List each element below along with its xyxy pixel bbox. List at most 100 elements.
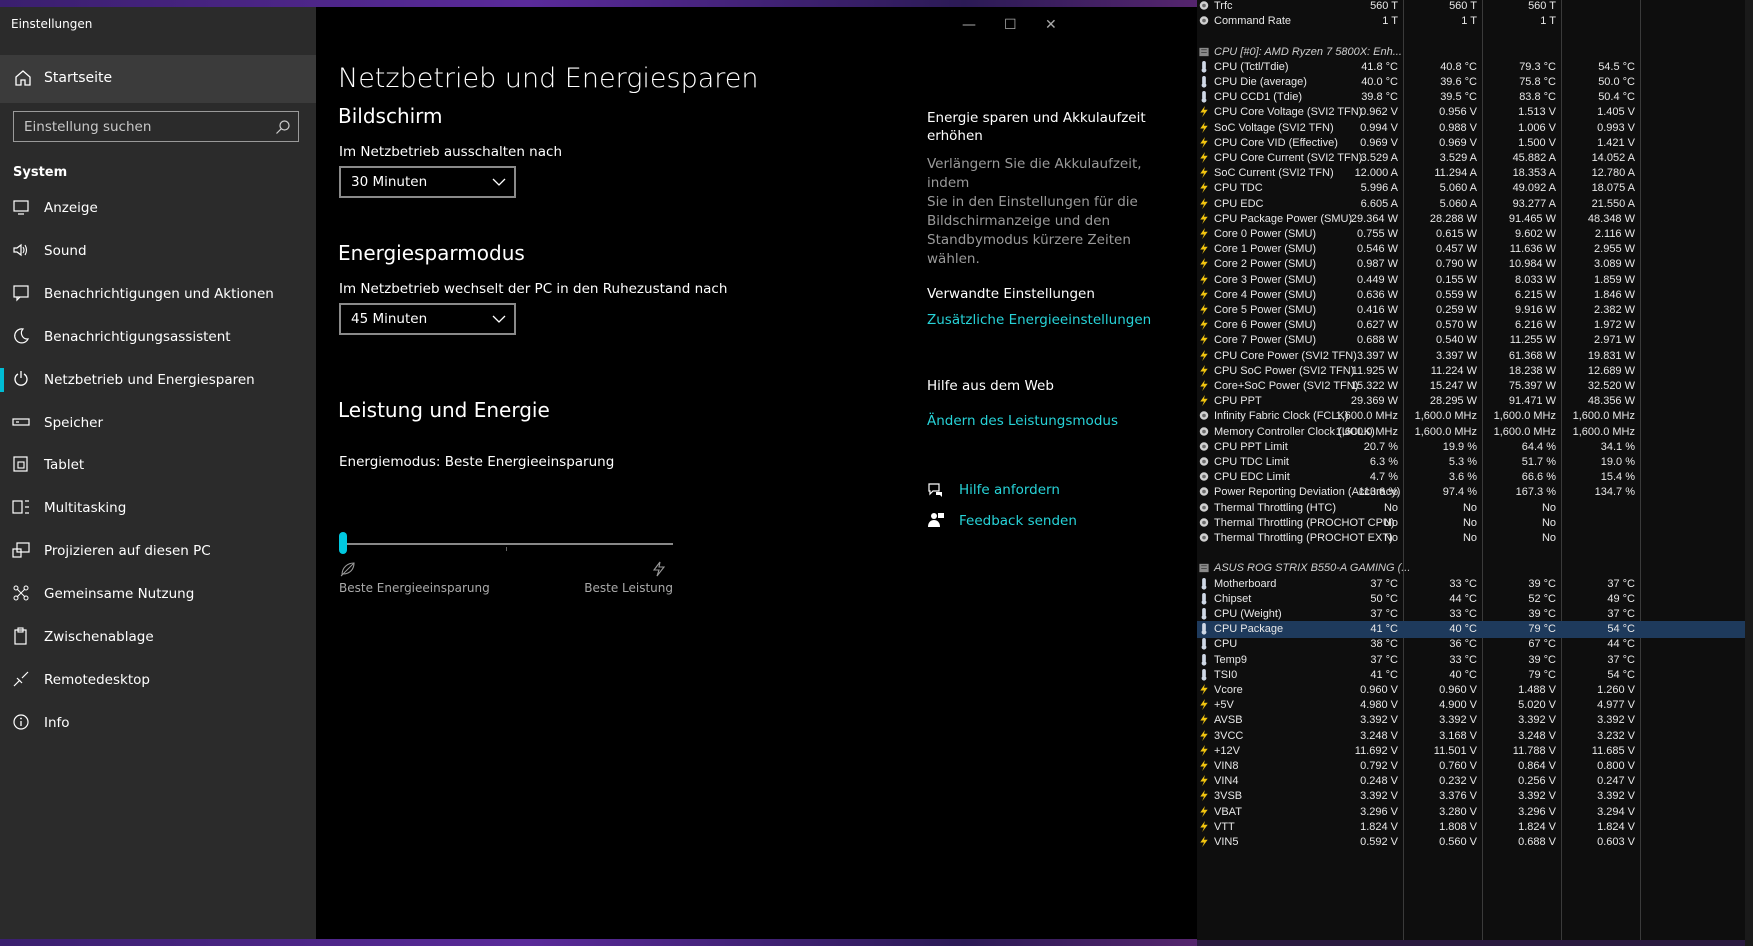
clipboard-icon [14,627,27,645]
sidebar-item[interactable]: Benachrichtigungsassistent [0,315,316,359]
sidebar-item[interactable]: Remotedesktop [0,658,316,702]
minimize-button[interactable]: — [962,17,976,33]
lightning-icon [1200,243,1208,255]
average-value: 2.955 W [1594,243,1635,256]
sidebar-item[interactable]: Netzbetrieb und Energiesparen [0,358,316,402]
thermometer-icon [1201,91,1207,103]
maximum-value: 39 °C [1528,577,1556,590]
average-value: 0.247 V [1597,775,1635,788]
minimum-value: 33 °C [1449,608,1477,620]
minimum-value: 11.224 W [1430,364,1477,377]
search-icon[interactable] [275,119,291,135]
sidebar-item[interactable]: Projizieren auf diesen PC [0,529,316,573]
minimum-value: 0.232 V [1439,775,1477,788]
maximum-value: 0.688 V [1518,836,1556,848]
settings-search-input[interactable]: Einstellung suchen [13,111,299,142]
sensor-name: CPU EDC Limit [1214,471,1290,484]
additional-power-settings-link[interactable]: Zusätzliche Energieeinstellungen [927,312,1151,328]
sensor-name: AVSB [1214,714,1243,727]
average-value: 1.824 V [1597,820,1635,833]
sidebar-item-label: Remotedesktop [44,671,150,688]
current-value: 3.392 V [1360,790,1398,803]
maximum-value: 1.488 V [1518,684,1556,696]
maximum-value: 1.006 V [1518,121,1556,134]
minimum-value: 3.6 % [1448,471,1477,484]
get-help-link[interactable]: Hilfe anfordern [959,482,1060,498]
lightning-icon [1200,395,1208,407]
average-value: 32.520 W [1587,380,1635,392]
sidebar-item[interactable]: Benachrichtigungen und Aktionen [0,272,316,316]
average-value: 1.846 W [1594,288,1635,301]
minimum-value: 0.960 V [1439,684,1477,696]
sidebar-item-label: Multitasking [44,500,127,517]
help-icon [928,483,942,497]
screen-timeout-label: Im Netzbetrieb ausschalten nach [339,144,562,160]
tip-line: Sie in den Einstellungen für die [927,194,1138,210]
minimum-value: 28.288 W [1429,212,1477,225]
performance-heading: Leistung und Energie [338,398,550,422]
current-value: 0.994 V [1360,121,1398,134]
maximum-value: 10.984 W [1508,258,1556,271]
sensor-name: CPU EDC [1214,197,1264,210]
screen-timeout-value: 30 Minuten [351,174,428,190]
close-button[interactable]: ✕ [1045,17,1057,33]
home-icon [15,70,31,86]
maximum-value: 1,600.0 MHz [1493,410,1556,423]
sidebar-item[interactable]: Anzeige [0,186,316,230]
minimum-value: 44 °C [1449,592,1477,605]
average-value: 34.1 % [1600,440,1635,453]
current-value: 6.3 % [1369,456,1398,468]
minimum-value: 1.808 V [1439,820,1477,833]
sidebar-item[interactable]: Multitasking [0,486,316,530]
sidebar-item[interactable]: Sound [0,229,316,273]
current-value: 29.369 W [1350,395,1398,408]
average-value: 1.421 V [1597,136,1635,149]
lightning-icon [1200,380,1208,392]
sidebar-item[interactable]: Tablet [0,443,316,487]
maximum-value: 3.392 V [1518,790,1556,803]
sidebar-item[interactable]: Gemeinsame Nutzung [0,572,316,616]
screen-timeout-dropdown[interactable]: 30 Minuten [339,166,516,198]
maximum-value: 0.256 V [1518,775,1556,788]
minimum-value: 3.376 V [1439,790,1477,803]
maximum-value: 11.788 V [1512,744,1556,757]
settings-sidebar: Einstellungen Startseite Einstellung suc… [0,7,316,939]
power-mode-slider[interactable] [341,543,673,545]
clock-icon [1199,457,1209,466]
minimum-value: 3.168 V [1439,729,1477,742]
average-value: 48.356 W [1587,395,1635,408]
minimum-value: 36 °C [1449,638,1477,651]
minimum-value: 40.8 °C [1440,60,1477,73]
sidebar-item[interactable]: Speicher [0,401,316,445]
sensor-name: VIN5 [1214,836,1239,848]
sensor-name: 3VCC [1214,729,1244,742]
clock-icon [1199,442,1209,451]
sensor-row[interactable]: VIN5 0.592 V 0.560 V 0.688 V 0.603 V [1197,834,1745,851]
sensor-name: SoC Current (SVI2 TFN) [1214,167,1334,180]
tip-line: Verlängern Sie die Akkulaufzeit, indem [927,156,1142,191]
current-value: 0.592 V [1360,836,1398,848]
lightning-icon [1200,136,1208,148]
current-value: 41.8 °C [1361,60,1398,73]
maximize-button[interactable]: ☐ [1004,17,1017,33]
multitasking-icon [12,500,29,514]
power-icon [14,370,28,386]
sensor-name: SoC Voltage (SVI2 TFN) [1214,121,1334,134]
change-power-mode-link[interactable]: Ändern des Leistungsmodus [927,413,1118,429]
scrollbar[interactable] [1745,0,1753,946]
sidebar-item[interactable]: Info [0,701,316,745]
minimum-value: 28.295 W [1429,395,1477,408]
feedback-icon [928,513,944,527]
sleep-timeout-dropdown[interactable]: 45 Minuten [339,303,516,335]
power-mode-slider-thumb[interactable] [339,532,347,554]
current-value: 560 T [1370,0,1398,12]
sidebar-item[interactable]: Zwischenablage [0,615,316,659]
minimum-value: 3.392 V [1439,714,1477,727]
minimum-value: 33 °C [1449,577,1477,590]
maximum-value: 79 °C [1528,623,1556,636]
home-nav-item[interactable]: Startseite [0,55,316,103]
send-feedback-link[interactable]: Feedback senden [959,513,1077,529]
current-value: 3.392 V [1360,714,1398,727]
minimum-value: 0.988 V [1439,121,1477,134]
sensor-name: CPU TDC Limit [1214,456,1289,468]
